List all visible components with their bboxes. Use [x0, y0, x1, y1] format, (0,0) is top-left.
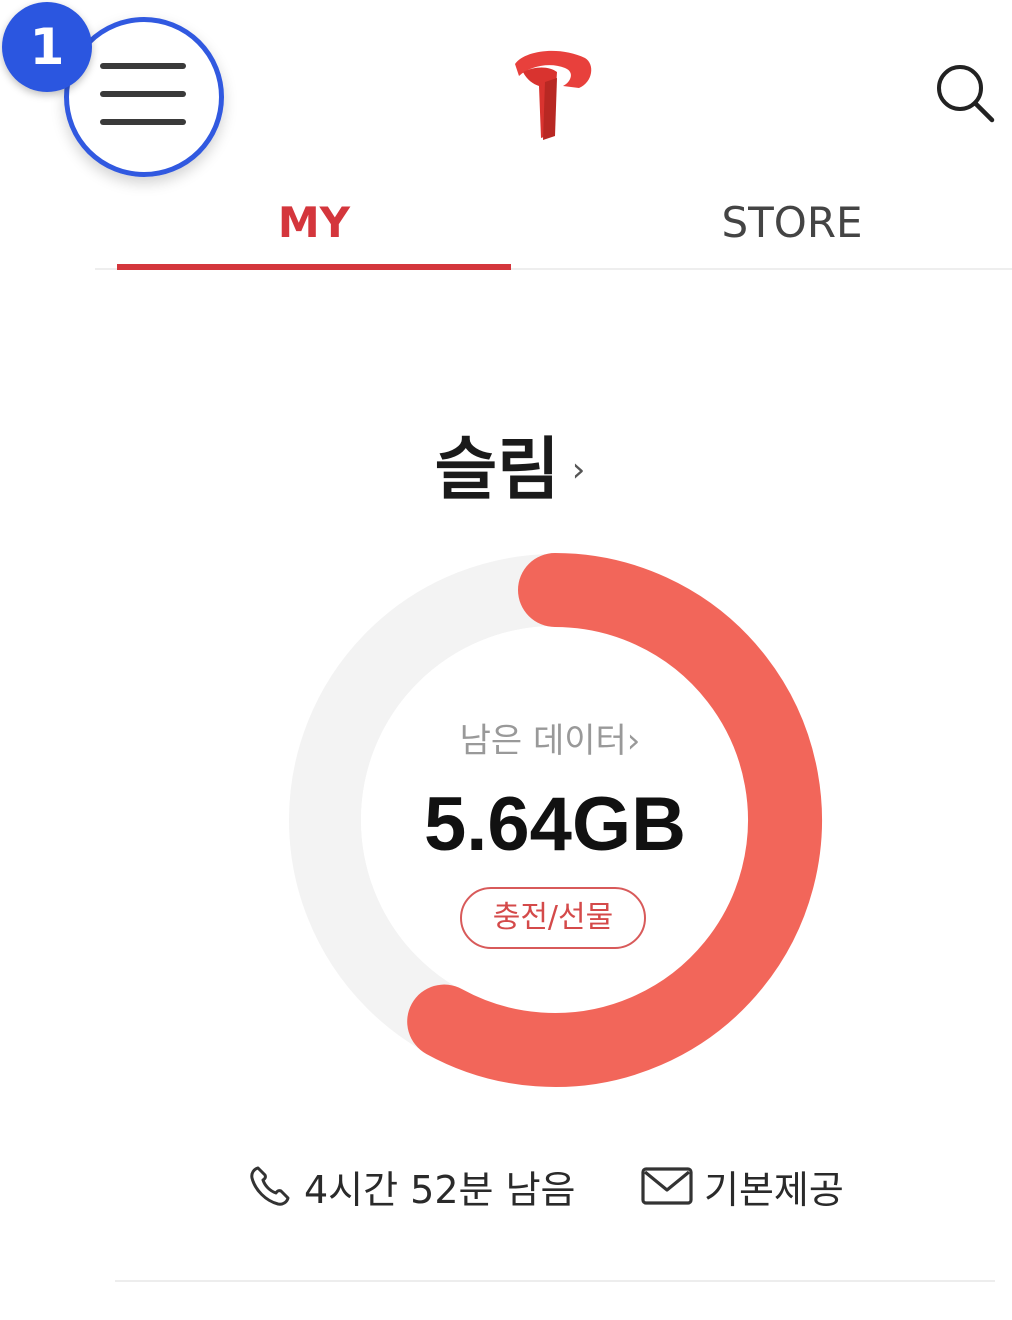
tab-active-indicator	[117, 264, 511, 270]
t-logo-icon	[515, 50, 592, 140]
remaining-data-label: 남은 데이터	[459, 721, 627, 761]
step-badge: 1	[2, 2, 92, 92]
hamburger-menu-icon-bar	[100, 119, 186, 125]
envelope-icon	[641, 1167, 693, 1205]
search-icon[interactable]	[930, 58, 1002, 130]
menu-button[interactable]	[92, 55, 192, 140]
hamburger-menu-icon-bar	[100, 63, 186, 69]
message-allowance[interactable]: 기본제공	[640, 1158, 844, 1214]
chevron-right-icon: ›	[571, 450, 586, 490]
plan-name: 슬림	[434, 430, 560, 510]
tab-my[interactable]: MY	[117, 195, 511, 251]
remaining-data-value: 5.64GB	[424, 782, 686, 867]
chevron-right-icon: ›	[626, 721, 641, 761]
tab-store[interactable]: STORE	[592, 195, 992, 251]
plan-selector[interactable]: 슬림 ›	[300, 418, 720, 510]
remaining-data-link[interactable]: 남은 데이터›	[350, 716, 750, 766]
call-remaining-text: 4시간 52분 남음	[304, 1167, 576, 1212]
call-remaining[interactable]: 4시간 52분 남음	[246, 1158, 576, 1214]
phone-icon	[250, 1166, 290, 1206]
divider	[115, 1280, 995, 1282]
recharge-gift-button[interactable]: 충전/선물	[460, 887, 646, 949]
hamburger-menu-icon-bar	[100, 91, 186, 97]
message-allowance-text: 기본제공	[704, 1167, 844, 1212]
